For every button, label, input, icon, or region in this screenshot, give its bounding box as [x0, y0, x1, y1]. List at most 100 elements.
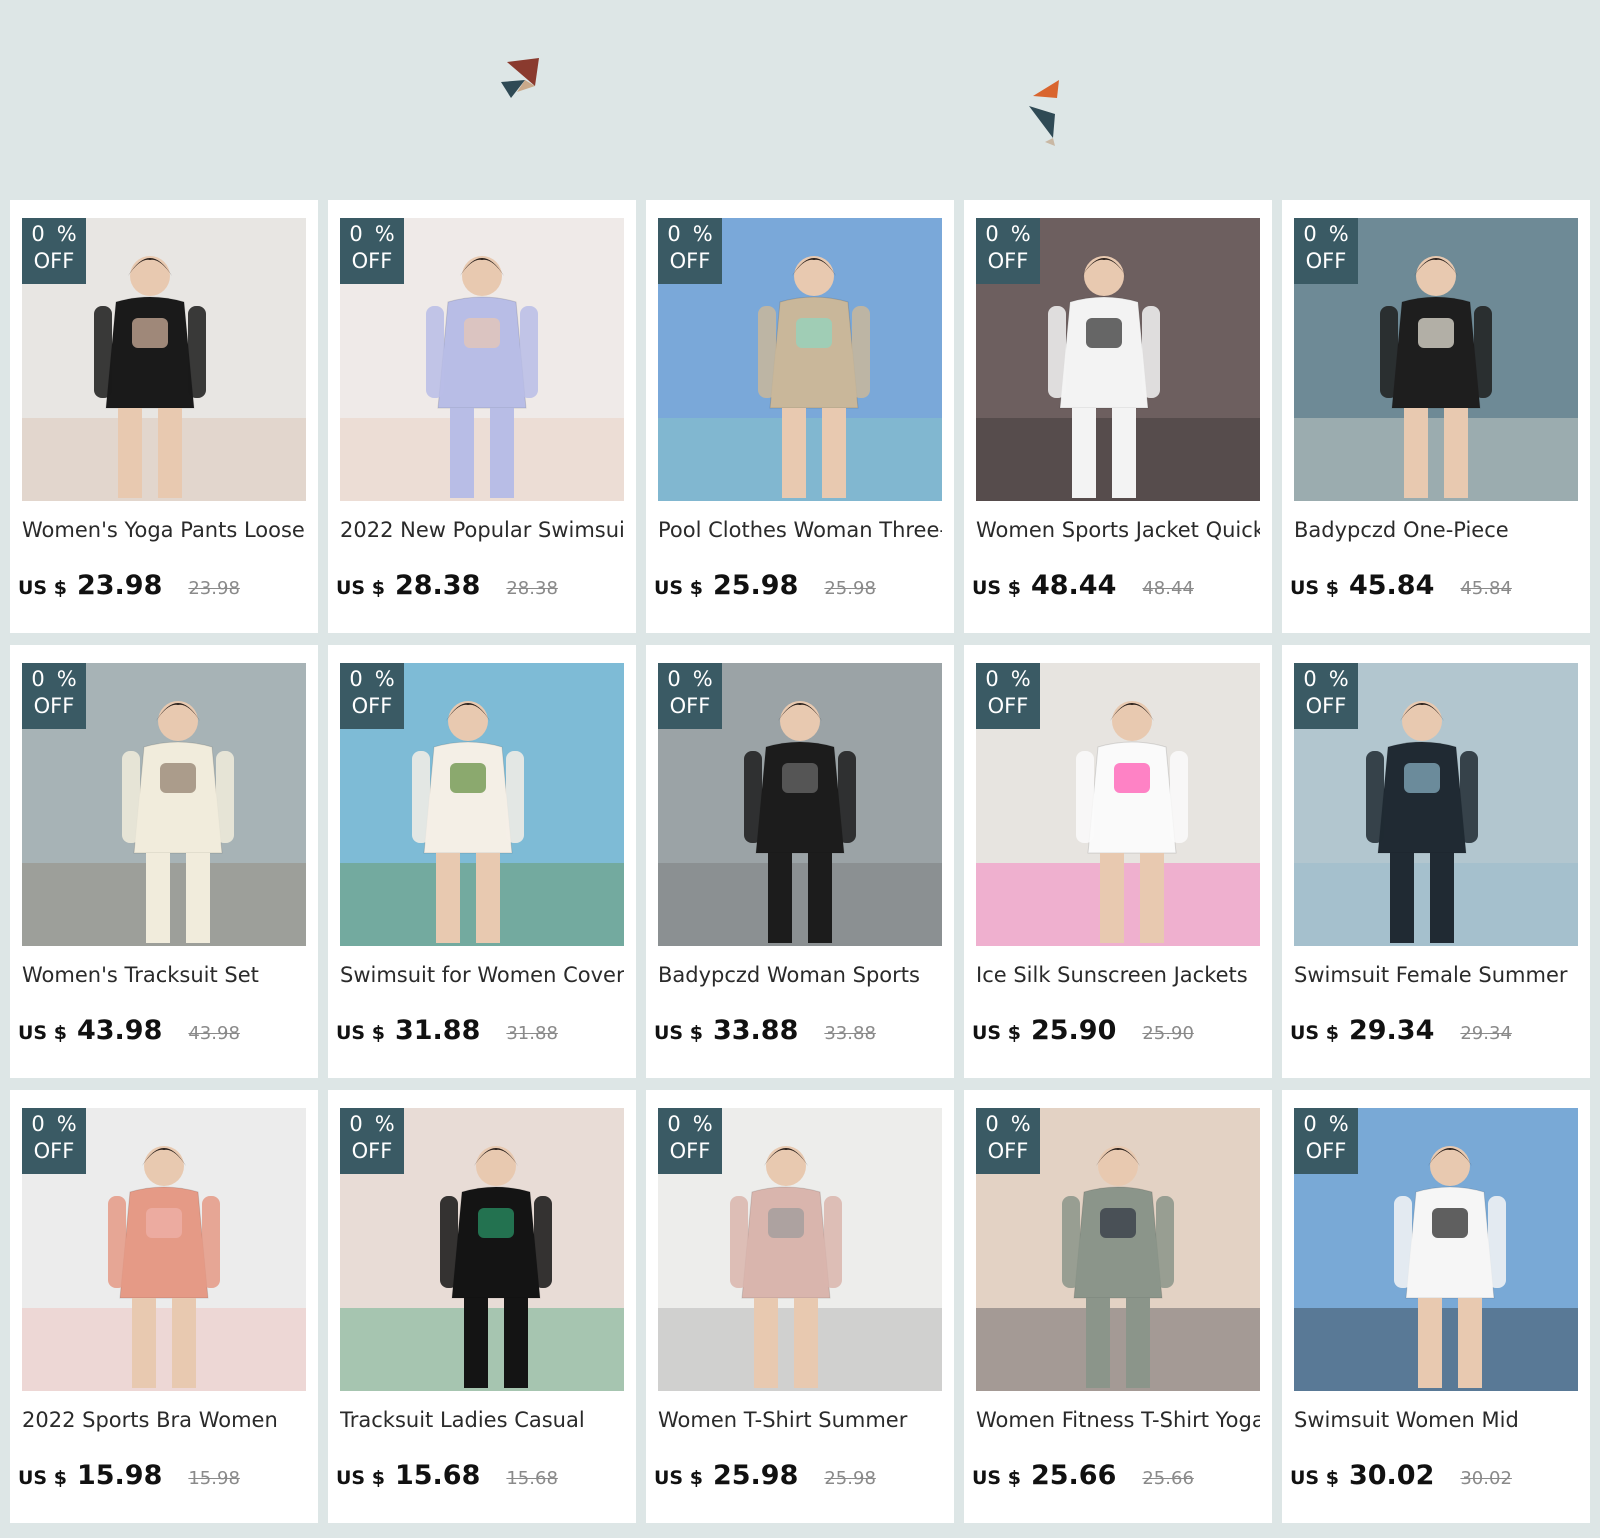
- product-title[interactable]: 2022 Sports Bra Women: [22, 1407, 306, 1433]
- product-title[interactable]: Women T-Shirt Summer: [658, 1407, 942, 1433]
- original-price: 25.98: [824, 578, 876, 599]
- product-title[interactable]: Pool Clothes Woman Three-: [658, 517, 942, 543]
- discount-off-label: OFF: [987, 249, 1029, 273]
- sale-price: 30.02: [1348, 1460, 1435, 1491]
- discount-off-label: OFF: [351, 249, 393, 273]
- original-price: 45.84: [1460, 578, 1512, 599]
- currency-label: US $: [654, 577, 703, 599]
- discount-badge: 0% OFF: [976, 1108, 1040, 1174]
- discount-badge: 0% OFF: [976, 663, 1040, 729]
- discount-badge: 0% OFF: [976, 218, 1040, 284]
- currency-label: US $: [336, 1022, 385, 1044]
- sale-price: 15.98: [76, 1460, 163, 1491]
- product-card[interactable]: 0% OFF Badypczd Woman Sports US $ 33.88 33.88: [646, 645, 954, 1078]
- currency-label: US $: [972, 577, 1021, 599]
- currency-label: US $: [18, 577, 67, 599]
- discount-badge: 0% OFF: [1294, 218, 1358, 284]
- product-card[interactable]: 0% OFF Women Sports Jacket Quick- US $ 48.44…: [964, 200, 1272, 633]
- discount-badge: 0% OFF: [340, 218, 404, 284]
- currency-label: US $: [654, 1022, 703, 1044]
- discount-percent-sign: %: [56, 222, 77, 246]
- product-title[interactable]: Women's Yoga Pants Loose: [22, 517, 306, 543]
- product-card[interactable]: 0% OFF 2022 New Popular Swimsuit US $ 28.38 2…: [328, 200, 636, 633]
- discount-off-label: OFF: [33, 249, 75, 273]
- product-card[interactable]: 0% OFF 2022 Sports Bra Women US $ 15.98 15.98: [10, 1090, 318, 1523]
- discount-badge: 0% OFF: [340, 663, 404, 729]
- sale-price: 43.98: [76, 1015, 163, 1046]
- decorative-triangles-right-icon: [1029, 80, 1059, 146]
- product-title[interactable]: 2022 New Popular Swimsuit: [340, 517, 624, 543]
- price-row: US $ 31.88 31.88: [336, 1015, 558, 1051]
- discount-value: 0: [667, 222, 681, 246]
- original-price: 15.68: [506, 1468, 558, 1489]
- discount-value: 0: [349, 222, 363, 246]
- product-card[interactable]: 0% OFF Pool Clothes Woman Three- US $ 25.98 2…: [646, 200, 954, 633]
- discount-value: 0: [667, 667, 681, 691]
- original-price: 33.88: [824, 1023, 876, 1044]
- product-title[interactable]: Ice Silk Sunscreen Jackets: [976, 962, 1260, 988]
- price-row: US $ 25.98 25.98: [654, 570, 876, 606]
- product-title[interactable]: Badypczd Woman Sports: [658, 962, 942, 988]
- product-card[interactable]: 0% OFF Women's Tracksuit Set US $ 43.98 43.98: [10, 645, 318, 1078]
- discount-badge: 0% OFF: [340, 1108, 404, 1174]
- discount-value: 0: [985, 222, 999, 246]
- discount-value: 0: [1303, 1112, 1317, 1136]
- currency-label: US $: [336, 1467, 385, 1489]
- currency-label: US $: [972, 1022, 1021, 1044]
- original-price: 25.66: [1142, 1468, 1194, 1489]
- product-title[interactable]: Badypczd One-Piece: [1294, 517, 1578, 543]
- discount-value: 0: [31, 1112, 45, 1136]
- sale-price: 31.88: [394, 1015, 481, 1046]
- discount-percent-sign: %: [374, 667, 395, 691]
- product-title[interactable]: Swimsuit Female Summer: [1294, 962, 1578, 988]
- product-title[interactable]: Women Fitness T-Shirt Yoga: [976, 1407, 1260, 1433]
- currency-label: US $: [1290, 1022, 1339, 1044]
- price-row: US $ 30.02 30.02: [1290, 1460, 1512, 1496]
- discount-value: 0: [31, 667, 45, 691]
- product-title[interactable]: Swimsuit for Women Cover: [340, 962, 624, 988]
- product-title[interactable]: Swimsuit Women Mid: [1294, 1407, 1578, 1433]
- discount-off-label: OFF: [1305, 694, 1347, 718]
- product-card[interactable]: 0% OFF Tracksuit Ladies Casual US $ 15.68 15.…: [328, 1090, 636, 1523]
- discount-value: 0: [349, 1112, 363, 1136]
- discount-percent-sign: %: [1010, 222, 1031, 246]
- product-title[interactable]: Tracksuit Ladies Casual: [340, 1407, 624, 1433]
- product-card[interactable]: 0% OFF Ice Silk Sunscreen Jackets US $ 25.90…: [964, 645, 1272, 1078]
- sale-price: 15.68: [394, 1460, 481, 1491]
- discount-off-label: OFF: [669, 694, 711, 718]
- currency-label: US $: [18, 1022, 67, 1044]
- original-price: 29.34: [1460, 1023, 1512, 1044]
- discount-value: 0: [349, 667, 363, 691]
- price-row: US $ 15.68 15.68: [336, 1460, 558, 1496]
- discount-off-label: OFF: [33, 694, 75, 718]
- product-card[interactable]: 0% OFF Women Fitness T-Shirt Yoga US $ 25.66…: [964, 1090, 1272, 1523]
- sale-price: 29.34: [1348, 1015, 1435, 1046]
- product-card[interactable]: 0% OFF Swimsuit Women Mid US $ 30.02 30.02: [1282, 1090, 1590, 1523]
- discount-off-label: OFF: [669, 1139, 711, 1163]
- currency-label: US $: [972, 1467, 1021, 1489]
- discount-off-label: OFF: [351, 694, 393, 718]
- discount-percent-sign: %: [374, 222, 395, 246]
- sale-price: 28.38: [394, 570, 481, 601]
- discount-value: 0: [985, 667, 999, 691]
- product-card[interactable]: 0% OFF Badypczd One-Piece US $ 45.84 45.84: [1282, 200, 1590, 633]
- discount-percent-sign: %: [692, 222, 713, 246]
- discount-off-label: OFF: [669, 249, 711, 273]
- product-card[interactable]: 0% OFF Swimsuit Female Summer US $ 29.34 29.3…: [1282, 645, 1590, 1078]
- currency-label: US $: [1290, 577, 1339, 599]
- price-row: US $ 48.44 48.44: [972, 570, 1194, 606]
- currency-label: US $: [336, 577, 385, 599]
- discount-off-label: OFF: [1305, 1139, 1347, 1163]
- discount-badge: 0% OFF: [658, 663, 722, 729]
- discount-off-label: OFF: [987, 694, 1029, 718]
- discount-badge: 0% OFF: [22, 663, 86, 729]
- product-card[interactable]: 0% OFF Women's Yoga Pants Loose US $ 23.98 23…: [10, 200, 318, 633]
- original-price: 25.98: [824, 1468, 876, 1489]
- product-card[interactable]: 0% OFF Women T-Shirt Summer US $ 25.98 25.98: [646, 1090, 954, 1523]
- product-title[interactable]: Women's Tracksuit Set: [22, 962, 306, 988]
- discount-off-label: OFF: [33, 1139, 75, 1163]
- product-title[interactable]: Women Sports Jacket Quick-: [976, 517, 1260, 543]
- sale-price: 48.44: [1030, 570, 1117, 601]
- product-card[interactable]: 0% OFF Swimsuit for Women Cover US $ 31.88 31…: [328, 645, 636, 1078]
- price-row: US $ 25.90 25.90: [972, 1015, 1194, 1051]
